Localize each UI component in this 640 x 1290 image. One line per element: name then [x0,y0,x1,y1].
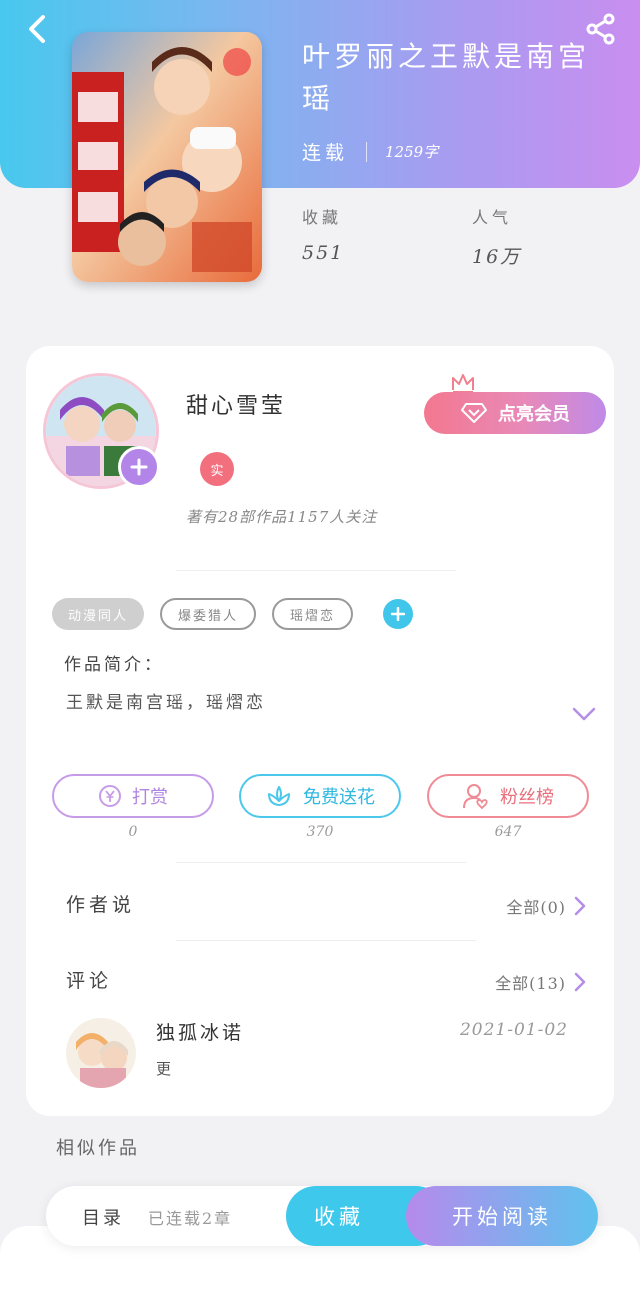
catalog-button[interactable]: 目录 已连载2章 [82,1204,232,1230]
fan-count: 647 [494,824,522,840]
comment-text: 更 [156,1060,172,1078]
tag-item[interactable]: 瑶熠恋 [272,598,354,630]
comments-all-link[interactable]: 全部(13) [495,970,586,994]
plus-icon [391,607,406,621]
stat-favorites-value: 551 [302,242,345,264]
chevron-right-icon [574,972,586,992]
diamond-icon [461,403,487,423]
catalog-label: 目录 [82,1208,124,1229]
fan-ranking-label: 粉丝榜 [500,787,554,808]
comment-date: 2021-01-02 [459,1020,568,1040]
add-favorite-label: 收藏 [314,1205,364,1229]
reward-button[interactable]: 打赏 [52,774,214,818]
chevron-right-icon [574,896,586,916]
add-tag-button[interactable] [383,599,414,629]
chevron-down-icon [572,707,596,721]
book-title: 叶罗丽之王默是南宫瑶 [302,40,591,115]
detail-card: 甜心雪莹 实 点亮会员 著有28部作品1157人关注 动漫同人 爆委猎人 瑶熠恋… [26,346,614,1116]
commenter-name[interactable]: 独孤冰诺 [156,1018,244,1045]
back-button[interactable] [22,12,52,46]
user-heart-icon [463,784,488,810]
verified-badge: 实 [200,452,234,486]
cover-illustration [72,32,262,282]
plus-icon [130,458,148,476]
back-arrow-icon [29,15,45,43]
stat-popularity-label: 人气 [472,208,513,227]
flower-icon [268,786,290,806]
author-says-all-link[interactable]: 全部(0) [506,894,586,918]
tag-item[interactable]: 爆委猎人 [160,598,257,630]
send-flower-button[interactable]: 免费送花 [239,774,401,818]
author-says-title: 作者说 [66,894,136,916]
divider [176,940,476,941]
chapter-count: 已连载2章 [148,1209,233,1228]
book-cover[interactable] [72,32,262,282]
expand-intro-button[interactable] [572,706,596,725]
yen-coin-icon [99,785,121,807]
tag-list: 动漫同人 爆委猎人 瑶熠恋 [52,598,414,630]
start-reading-label: 开始阅读 [452,1205,552,1229]
divider [176,862,466,863]
vip-button-label: 点亮会员 [498,404,570,425]
reward-count: 0 [128,824,138,840]
divider [176,570,456,571]
similar-works-title: 相似作品 [56,1138,140,1159]
author-stats: 著有28部作品1157人关注 [186,508,378,526]
send-flower-label: 免费送花 [303,787,375,808]
comments-all-label: 全部(13) [495,974,566,993]
comments-title: 评论 [66,970,113,992]
stat-popularity-value: 16万 [472,246,522,268]
vip-button[interactable]: 点亮会员 [424,392,606,434]
author-says-all-label: 全部(0) [506,898,566,917]
fan-ranking-button[interactable]: 粉丝榜 [427,774,589,818]
reward-label: 打赏 [132,787,168,808]
book-meta: 连载 1259字 [302,138,438,165]
book-word-count: 1259字 [385,143,439,161]
meta-separator [366,141,368,162]
start-reading-button[interactable]: 开始阅读 [406,1186,598,1246]
book-status: 连载 [302,142,349,164]
follow-author-button[interactable] [118,446,160,488]
intro-title: 作品简介： [64,655,164,675]
intro-text: 王默是南宫瑶，瑶熠恋 [66,693,266,713]
stat-popularity: 人气 16万 [472,204,521,269]
tag-item[interactable]: 动漫同人 [52,598,145,630]
crown-icon [452,374,474,393]
author-name[interactable]: 甜心雪莹 [186,388,286,420]
flower-count: 370 [306,824,334,840]
stat-favorites: 收藏 551 [302,204,344,264]
commenter-avatar-image [66,1018,136,1088]
stat-favorites-label: 收藏 [302,208,343,227]
commenter-avatar[interactable] [66,1018,136,1088]
